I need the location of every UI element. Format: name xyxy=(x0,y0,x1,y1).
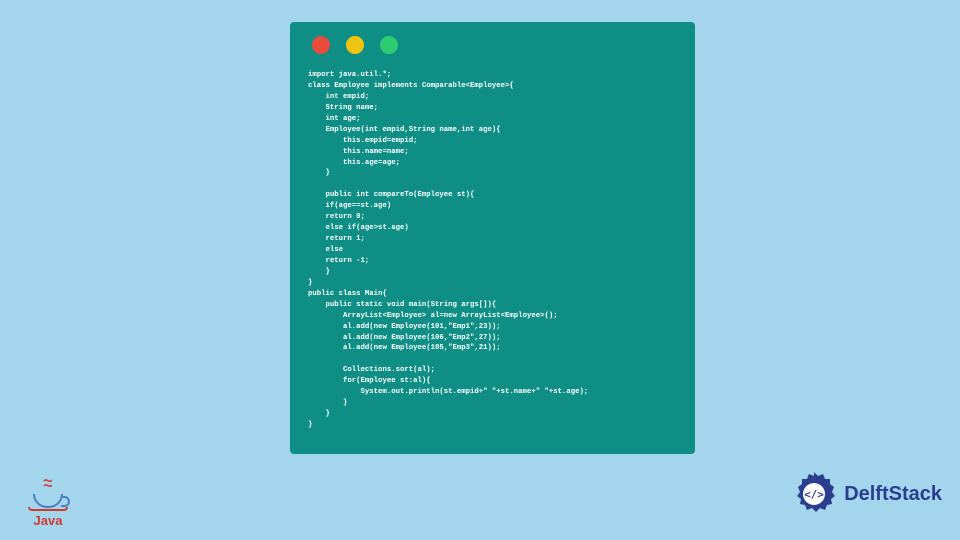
delftstack-logo: </> DelftStack xyxy=(790,470,942,518)
gear-badge-icon: </> xyxy=(790,470,838,518)
maximize-icon xyxy=(380,36,398,54)
cup-icon xyxy=(33,494,63,508)
java-logo: ≈ Java xyxy=(28,477,68,528)
steam-icon: ≈ xyxy=(43,477,52,491)
svg-text:</>: </> xyxy=(804,488,824,501)
traffic-lights xyxy=(312,36,677,54)
java-logo-text: Java xyxy=(34,513,63,528)
minimize-icon xyxy=(346,36,364,54)
code-window: import java.util.*; class Employee imple… xyxy=(290,22,695,454)
close-icon xyxy=(312,36,330,54)
delftstack-logo-text: DelftStack xyxy=(844,483,942,506)
code-content: import java.util.*; class Employee imple… xyxy=(308,70,677,431)
